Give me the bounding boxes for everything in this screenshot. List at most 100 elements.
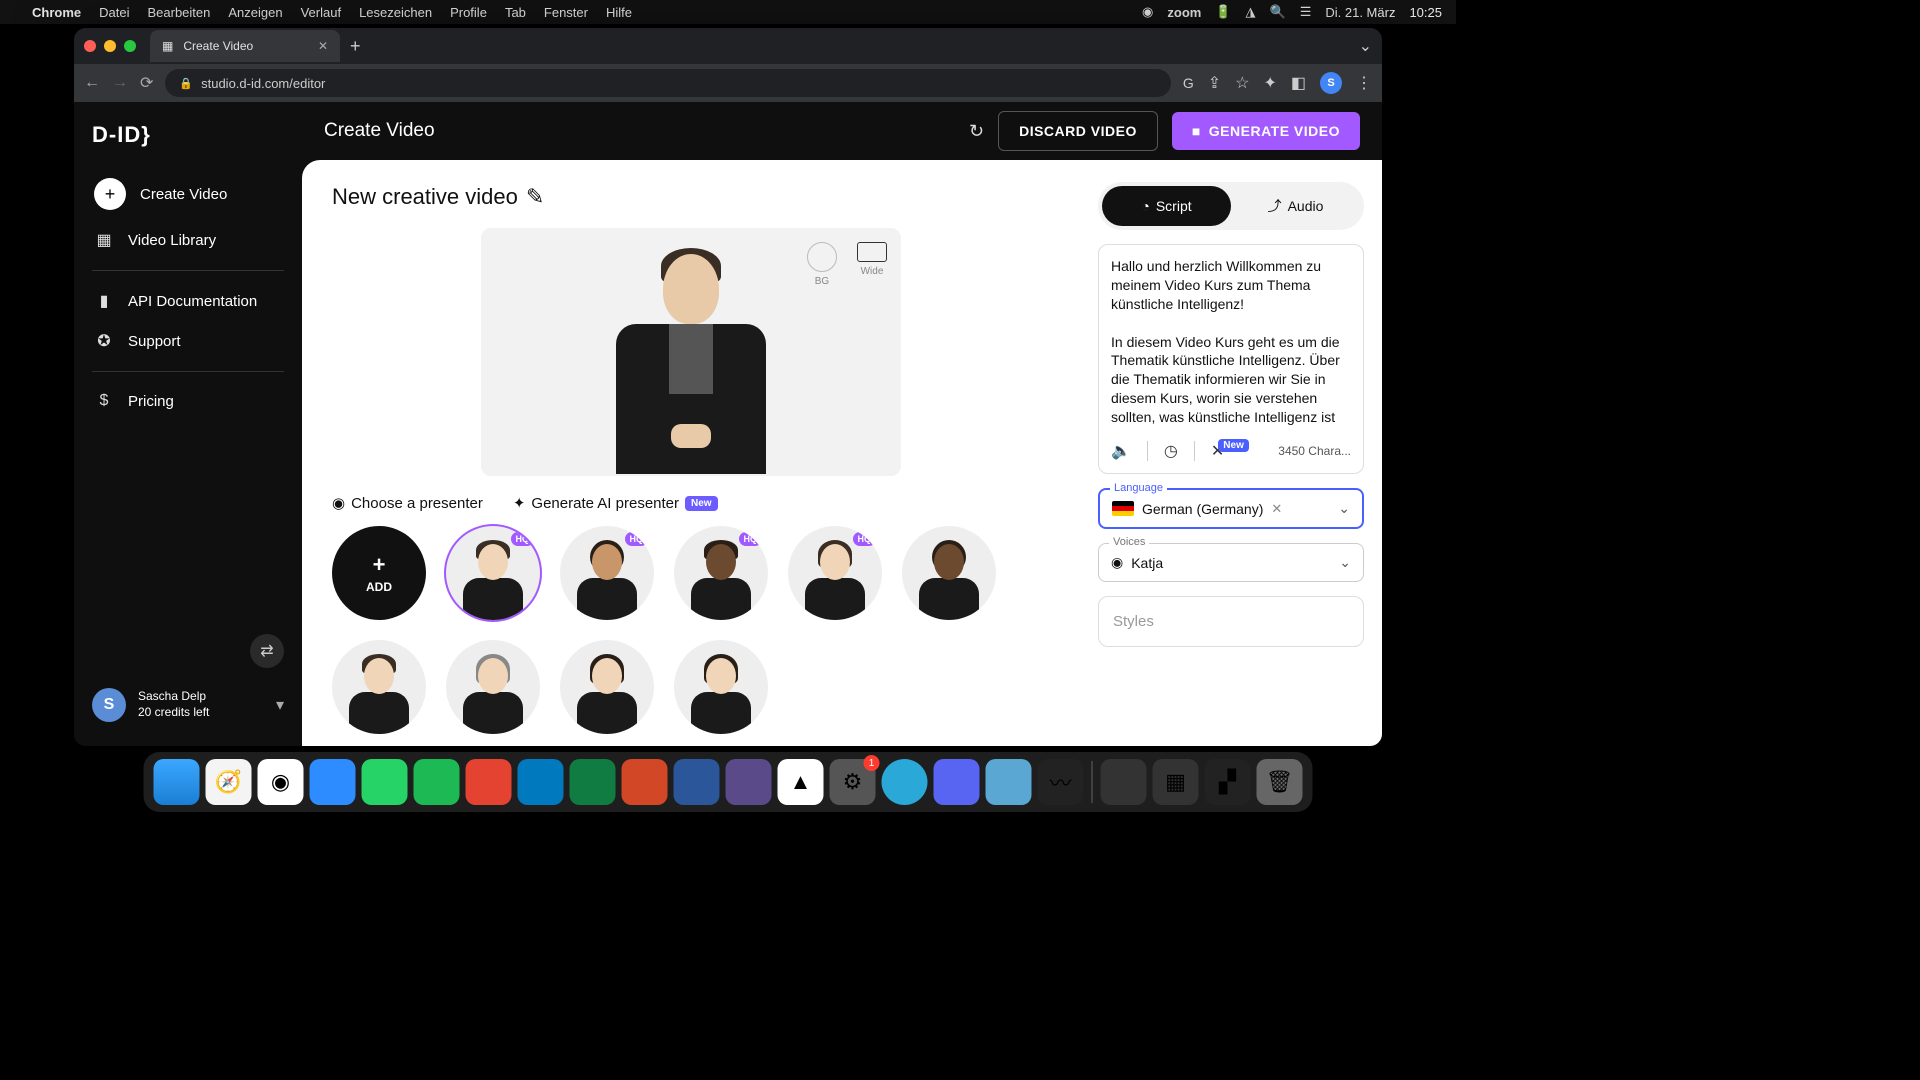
- battery-icon[interactable]: 🔋: [1215, 4, 1231, 20]
- main-area: Create Video ↻ DISCARD VIDEO ■ GENERATE …: [302, 102, 1382, 746]
- sidebar-item-pricing[interactable]: $ Pricing: [74, 382, 302, 420]
- bg-option[interactable]: BG: [807, 242, 837, 287]
- clock-icon[interactable]: ◷: [1164, 441, 1178, 461]
- nav-back-icon[interactable]: ←: [84, 74, 100, 92]
- tabs-dropdown-icon[interactable]: ⌄: [1359, 36, 1372, 56]
- nav-reload-icon[interactable]: ⟳: [140, 73, 153, 93]
- menubar-app[interactable]: Chrome: [32, 5, 81, 20]
- dock-quicktime[interactable]: [986, 759, 1032, 805]
- presenter-option[interactable]: [902, 526, 996, 620]
- discard-button[interactable]: DISCARD VIDEO: [998, 111, 1158, 151]
- dock-word[interactable]: [674, 759, 720, 805]
- presenter-tabs: ◉ Choose a presenter ✦ Generate AI prese…: [332, 494, 1050, 512]
- window-close[interactable]: [84, 40, 96, 52]
- record-icon[interactable]: ◉: [1142, 4, 1153, 20]
- tab-audio[interactable]: ⤴ Audio: [1231, 186, 1360, 226]
- new-tab-button[interactable]: +: [350, 36, 361, 57]
- menu-fenster[interactable]: Fenster: [544, 5, 588, 20]
- tab-favicon: ▦: [162, 39, 173, 53]
- dock-app[interactable]: [1101, 759, 1147, 805]
- tab-script[interactable]: ◔ Script: [1102, 186, 1231, 226]
- dock-settings[interactable]: ⚙1: [830, 759, 876, 805]
- sidebar-item-support[interactable]: ✪ Support: [74, 321, 302, 361]
- url-input[interactable]: 🔒 studio.d-id.com/editor: [165, 69, 1170, 97]
- menu-bearbeiten[interactable]: Bearbeiten: [147, 5, 210, 20]
- menu-anzeigen[interactable]: Anzeigen: [228, 5, 282, 20]
- dock-zoom[interactable]: [310, 759, 356, 805]
- nav-forward-icon[interactable]: →: [112, 74, 128, 92]
- menu-tab[interactable]: Tab: [505, 5, 526, 20]
- tab-choose-presenter[interactable]: ◉ Choose a presenter: [332, 494, 483, 512]
- dock-app[interactable]: ▞: [1205, 759, 1251, 805]
- presenter-option[interactable]: HQ: [788, 526, 882, 620]
- dock-whatsapp[interactable]: [362, 759, 408, 805]
- tab-generate-presenter[interactable]: ✦ Generate AI presenter New: [513, 494, 718, 512]
- speaker-icon[interactable]: 🔈: [1111, 441, 1131, 461]
- extensions-icon[interactable]: ✦: [1263, 73, 1276, 93]
- dock-imovie[interactable]: [726, 759, 772, 805]
- clear-icon[interactable]: ✕: [1271, 501, 1282, 517]
- styles-select[interactable]: Styles: [1098, 596, 1364, 647]
- spotlight-icon[interactable]: 🔍: [1270, 4, 1286, 20]
- bookmark-icon[interactable]: ☆: [1235, 73, 1249, 93]
- dock-powerpoint[interactable]: [622, 759, 668, 805]
- presenter-option[interactable]: [446, 640, 540, 734]
- dock-calculator[interactable]: ▦: [1153, 759, 1199, 805]
- voice-value: Katja: [1131, 555, 1163, 571]
- dock-finder[interactable]: [154, 759, 200, 805]
- dock-discord[interactable]: [934, 759, 980, 805]
- refresh-icon[interactable]: ↻: [969, 121, 984, 142]
- presenter-option[interactable]: HQ: [560, 526, 654, 620]
- edit-icon[interactable]: ✎: [526, 184, 544, 210]
- wide-option[interactable]: Wide: [857, 242, 887, 287]
- language-select[interactable]: Language German (Germany) ✕ ⌄: [1098, 488, 1364, 529]
- chrome-menu-icon[interactable]: ⋮: [1356, 73, 1372, 93]
- sidebar-collapse-button[interactable]: ⇄: [250, 634, 284, 668]
- wifi-icon[interactable]: ◮: [1246, 4, 1256, 20]
- window-minimize[interactable]: [104, 40, 116, 52]
- share-icon[interactable]: ⇪: [1208, 73, 1221, 93]
- sidepanel-icon[interactable]: ◧: [1291, 73, 1306, 93]
- menu-hilfe[interactable]: Hilfe: [606, 5, 632, 20]
- presenter-option[interactable]: [332, 640, 426, 734]
- google-icon[interactable]: G: [1183, 75, 1194, 91]
- tab-close-icon[interactable]: ✕: [318, 39, 328, 53]
- dock-app[interactable]: [882, 759, 928, 805]
- presenter-option[interactable]: HQ: [446, 526, 540, 620]
- dock-spotify[interactable]: [414, 759, 460, 805]
- menu-datei[interactable]: Datei: [99, 5, 129, 20]
- magic-icon[interactable]: ✕New: [1211, 441, 1255, 461]
- sidebar-item-library[interactable]: ▦ Video Library: [74, 220, 302, 260]
- presenter-option[interactable]: HQ: [674, 526, 768, 620]
- dock-safari[interactable]: 🧭: [206, 759, 252, 805]
- sidebar-item-create[interactable]: + Create Video: [74, 168, 302, 220]
- dock-chrome[interactable]: ◉: [258, 759, 304, 805]
- generate-button[interactable]: ■ GENERATE VIDEO: [1172, 112, 1360, 150]
- menubar-date[interactable]: Di. 21. März: [1325, 5, 1395, 20]
- macos-menubar: Chrome Datei Bearbeiten Anzeigen Verlauf…: [0, 0, 1456, 24]
- voice-select[interactable]: Voices ◉ Katja ⌄: [1098, 543, 1364, 582]
- dock-excel[interactable]: [570, 759, 616, 805]
- window-maximize[interactable]: [124, 40, 136, 52]
- sidebar-item-api[interactable]: ▮ API Documentation: [74, 281, 302, 321]
- presenter-option[interactable]: [674, 640, 768, 734]
- add-presenter-button[interactable]: + ADD: [332, 526, 426, 620]
- menubar-time[interactable]: 10:25: [1409, 5, 1442, 20]
- script-textarea[interactable]: Hallo und herzlich Willkommen zu meinem …: [1098, 244, 1364, 474]
- video-title-row[interactable]: New creative video ✎: [332, 184, 1050, 210]
- menu-lesezeichen[interactable]: Lesezeichen: [359, 5, 432, 20]
- dock-audio[interactable]: 〰: [1038, 759, 1084, 805]
- profile-avatar[interactable]: S: [1320, 72, 1342, 94]
- control-center-icon[interactable]: ☰: [1300, 4, 1312, 20]
- dock-drive[interactable]: ▲: [778, 759, 824, 805]
- zoom-status[interactable]: zoom: [1167, 5, 1201, 20]
- dock-trello[interactable]: [518, 759, 564, 805]
- presenter-option[interactable]: [560, 640, 654, 734]
- account-menu[interactable]: S Sascha Delp 20 credits left ▾: [74, 678, 302, 732]
- dock-trash[interactable]: 🗑: [1257, 759, 1303, 805]
- browser-tab[interactable]: ▦ Create Video ✕: [150, 30, 340, 62]
- menu-profile[interactable]: Profile: [450, 5, 487, 20]
- logo[interactable]: D-ID}: [74, 116, 302, 168]
- menu-verlauf[interactable]: Verlauf: [301, 5, 341, 20]
- dock-todoist[interactable]: [466, 759, 512, 805]
